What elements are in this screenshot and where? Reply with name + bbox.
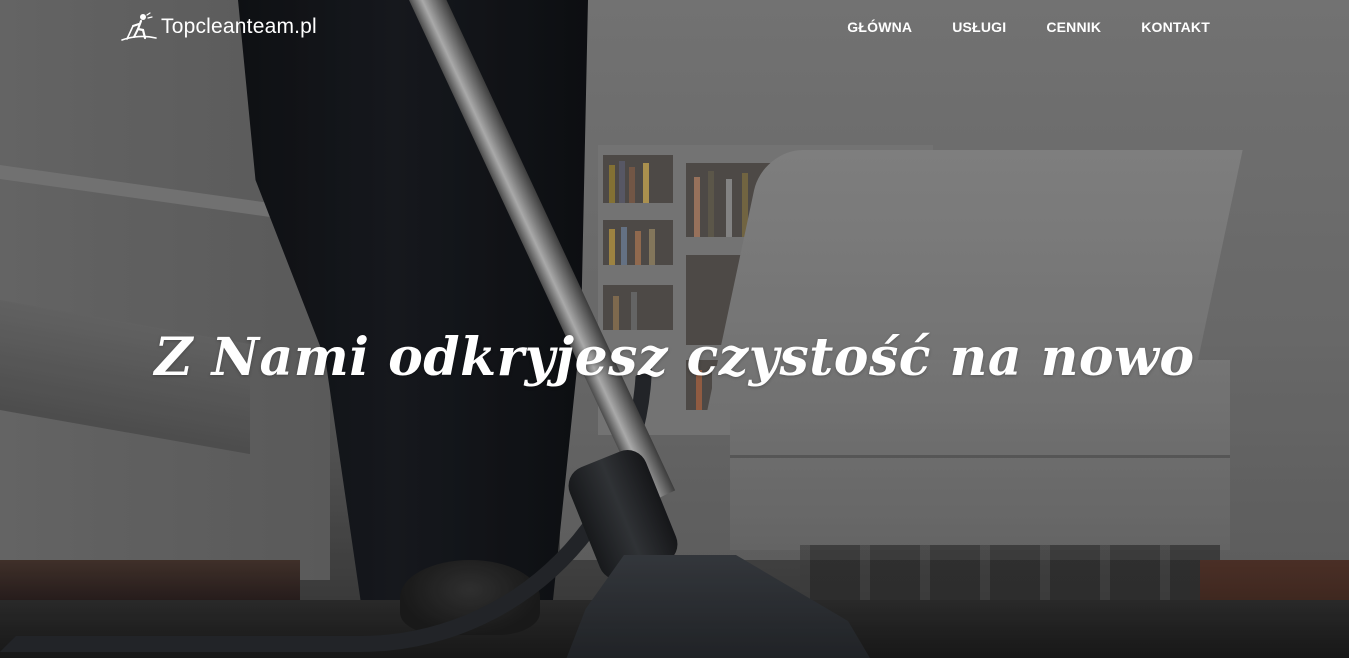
cleaner-logo-icon: [121, 12, 157, 41]
nav-link-cennik[interactable]: CENNIK: [1046, 19, 1101, 35]
nav-link-uslugi[interactable]: USŁUGI: [952, 19, 1006, 35]
nav-item-kontakt: KONTAKT: [1141, 19, 1210, 37]
nav-item-cennik: CENNIK: [1046, 19, 1101, 37]
brand-link[interactable]: Topcleanteam.pl: [121, 12, 317, 42]
nav-item-glowna: GŁÓWNA: [847, 19, 912, 37]
brand-name: Topcleanteam.pl: [161, 15, 317, 38]
nav-link-kontakt[interactable]: KONTAKT: [1141, 19, 1210, 35]
nav-link-glowna[interactable]: GŁÓWNA: [847, 19, 912, 35]
navbar: Topcleanteam.pl GŁÓWNA USŁUGI CENNIK KON…: [0, 0, 1349, 56]
hero-headline: Z Nami odkryjesz czystość na nowo: [154, 326, 1195, 388]
nav-item-uslugi: USŁUGI: [952, 19, 1006, 37]
main-nav: GŁÓWNA USŁUGI CENNIK KONTAKT: [847, 19, 1210, 37]
